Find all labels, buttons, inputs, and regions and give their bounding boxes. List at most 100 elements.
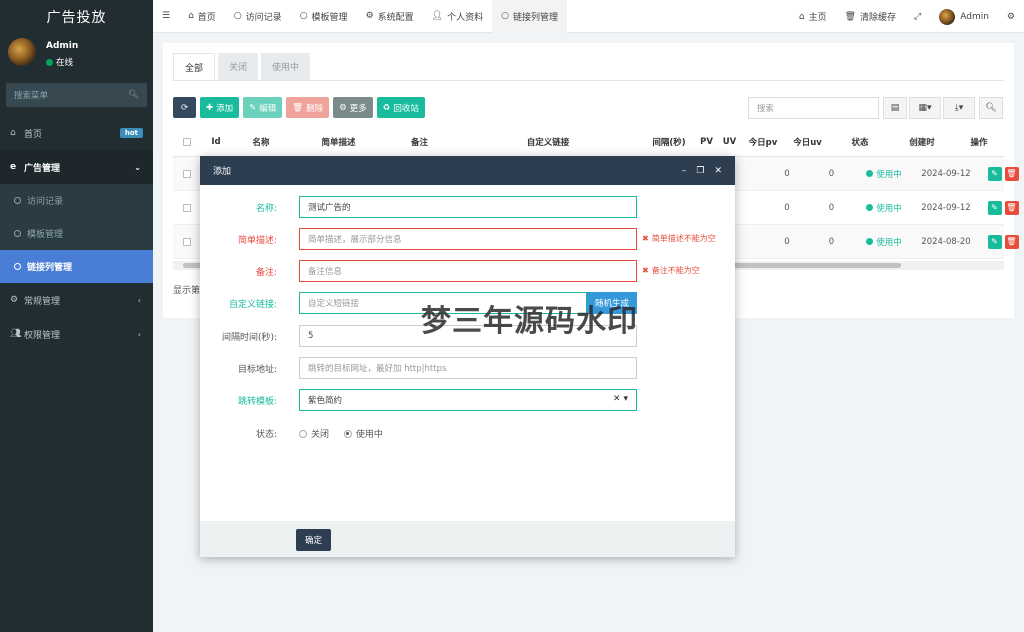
confirm-button[interactable]: 确定 <box>296 529 331 551</box>
form-row-remark: 备注: 备注信息 ✖ 备注不能为空 <box>200 260 735 282</box>
column-header[interactable]: UV <box>718 127 741 156</box>
row-checkbox[interactable] <box>173 225 201 258</box>
maximize-icon[interactable]: ❐ <box>696 166 704 176</box>
dialog-header[interactable]: 添加 – ❐ ✕ <box>200 156 735 185</box>
tab-home[interactable]: ⌂ 首页 <box>179 0 225 33</box>
sidebar-subitem-visits[interactable]: 访问记录 <box>0 184 153 217</box>
table-icon: ▤ <box>890 103 900 113</box>
row-edit-button[interactable]: ✎ <box>987 200 1002 215</box>
columns-dropdown-button[interactable]: ▦▾ <box>909 97 941 119</box>
delete-label: 删除 <box>306 103 324 114</box>
column-header[interactable]: 创建时 <box>890 127 954 156</box>
status-radio-active[interactable]: 使用中 <box>343 427 383 440</box>
tab-templates[interactable]: ○ 模板管理 <box>291 0 357 33</box>
radio-label: 关闭 <box>311 430 330 440</box>
user-icon: 👤︎ <box>431 11 444 21</box>
remark-input[interactable]: 备注信息 <box>299 260 637 282</box>
row-edit-button[interactable]: ✎ <box>987 166 1002 181</box>
search-icon: 🔍︎ <box>985 103 997 113</box>
delete-button[interactable]: 🗑︎ 删除 <box>286 97 330 118</box>
status-dot-icon <box>866 238 874 245</box>
menu-search-input[interactable]: 搜索菜单 🔍︎ <box>6 83 147 107</box>
desc-label: 简单描述: <box>237 236 277 246</box>
target-label: 目标地址: <box>237 365 277 375</box>
app-logo[interactable]: 广告投放 <box>0 0 153 33</box>
row-checkbox[interactable] <box>173 157 201 190</box>
cell-today-pv: 0 <box>784 202 790 213</box>
minimize-icon[interactable]: – <box>682 166 687 176</box>
toggle-view-button[interactable]: ▤ <box>883 97 907 119</box>
status-radio-closed[interactable]: 关闭 <box>299 427 329 440</box>
search-button[interactable]: 🔍︎ <box>979 97 1003 119</box>
column-header[interactable]: 间隔(秒) <box>643 127 695 156</box>
filter-tab-closed[interactable]: 关闭 <box>218 53 259 80</box>
cell-status[interactable]: 使用中 <box>854 191 914 224</box>
row-checkbox[interactable] <box>173 191 201 224</box>
filter-tab-all[interactable]: 全部 <box>173 53 216 80</box>
close-icon[interactable]: ✕ <box>714 166 722 176</box>
filter-tabs: 全部 关闭 使用中 <box>173 53 313 80</box>
more-button[interactable]: ⚙ 更多 <box>333 97 373 118</box>
column-header[interactable]: 今日pv <box>741 127 785 156</box>
clear-icon[interactable]: ✕ <box>613 394 621 404</box>
select-all-checkbox[interactable] <box>173 127 201 156</box>
sidebar-item-home[interactable]: ⌂ 首页 hot <box>0 116 153 150</box>
tab-visits[interactable]: ○ 访问记录 <box>225 0 291 33</box>
fullscreen-button[interactable]: ⤢ <box>905 0 930 33</box>
column-header[interactable]: 今日uv <box>785 127 830 156</box>
cell-status[interactable]: 使用中 <box>854 157 914 190</box>
row-delete-button[interactable]: 🗑︎ <box>1004 166 1019 181</box>
desc-input[interactable]: 简单描述，展示部分信息 <box>299 228 637 250</box>
table-header: Id 名称 简单描述 备注 自定义链接 间隔(秒) PV UV 今日pv 今日u… <box>173 127 1004 157</box>
cell-actions: ✎ 🗑︎ <box>978 191 1024 224</box>
cell-created: 2024-09-12 <box>921 202 971 213</box>
column-header[interactable]: PV <box>695 127 718 156</box>
menu-toggle-button[interactable]: ☰ <box>153 0 179 33</box>
table-search-input[interactable]: 搜索 <box>748 97 879 119</box>
menu-search-placeholder: 搜索菜单 <box>14 91 49 101</box>
column-header[interactable]: Id <box>201 127 231 156</box>
column-header[interactable]: 自定义链接 <box>453 127 643 156</box>
export-dropdown-button[interactable]: ⤓▾ <box>943 97 975 119</box>
tab-config[interactable]: ⚙ 系统配置 <box>357 0 423 33</box>
target-input[interactable]: 跳转的目标网址，最好加 http|https <box>299 357 637 379</box>
cell-status[interactable]: 使用中 <box>854 225 914 258</box>
template-select[interactable]: 紫色简约 ✕ ▾ <box>299 389 637 411</box>
radio-label: 使用中 <box>355 430 383 440</box>
column-header[interactable]: 名称 <box>231 127 291 156</box>
tab-label: 模板管理 <box>311 12 348 23</box>
edit-button[interactable]: ✎ 编辑 <box>243 97 283 118</box>
sidebar-subitem-templates[interactable]: 模板管理 <box>0 217 153 250</box>
settings-button[interactable]: ⚙ <box>998 0 1024 33</box>
sidebar-item-general[interactable]: ⚙ 常规管理 ‹ <box>0 283 153 317</box>
column-header[interactable]: 简单描述 <box>291 127 386 156</box>
filter-tab-active[interactable]: 使用中 <box>261 53 311 80</box>
sidebar-item-permissions[interactable]: 👥︎ 权限管理 ‹ <box>0 317 153 351</box>
desc-error: ✖ 简单描述不能为空 <box>642 233 716 244</box>
recycle-bin-button[interactable]: ♻ 回收站 <box>376 97 425 118</box>
column-header[interactable]: 状态 <box>830 127 890 156</box>
pagination-info: 显示第 <box>173 286 201 296</box>
user-panel: Admin 在线 <box>0 33 153 78</box>
user-menu[interactable]: Admin <box>930 0 998 33</box>
gear-icon: ⚙ <box>339 102 347 113</box>
sidebar-subitem-links[interactable]: 链接列管理 <box>0 250 153 283</box>
row-edit-button[interactable]: ✎ <box>987 234 1002 249</box>
row-delete-button[interactable]: 🗑︎ <box>1004 200 1019 215</box>
name-input[interactable]: 测试广告的 <box>299 196 637 218</box>
tab-links[interactable]: ○ 链接列管理 <box>492 0 567 33</box>
column-header[interactable]: 备注 <box>386 127 453 156</box>
add-button[interactable]: ✚ 添加 <box>200 97 240 118</box>
search-icon[interactable]: 🔍︎ <box>128 90 139 100</box>
clear-cache-button[interactable]: 🗑︎ 清除缓存 <box>836 0 905 33</box>
row-delete-button[interactable]: 🗑︎ <box>1004 234 1019 249</box>
home-link[interactable]: ⌂ 主页 <box>790 0 836 33</box>
sidebar-item-ads[interactable]: e 广告管理 ⌄ <box>0 150 153 184</box>
plus-icon: ✚ <box>206 102 214 113</box>
tab-profile[interactable]: 👤︎ 个人资料 <box>423 0 492 33</box>
chevron-down-icon: ⌄ <box>134 162 141 172</box>
table-tools: ▤ ▦▾ ⤓▾ 🔍︎ <box>881 97 1003 119</box>
refresh-button[interactable]: ⟳ <box>173 97 196 118</box>
error-x-icon: ✖ <box>642 234 649 243</box>
topbar-right: ⌂ 主页 🗑︎ 清除缓存 ⤢ Admin ⚙ <box>790 0 1024 33</box>
